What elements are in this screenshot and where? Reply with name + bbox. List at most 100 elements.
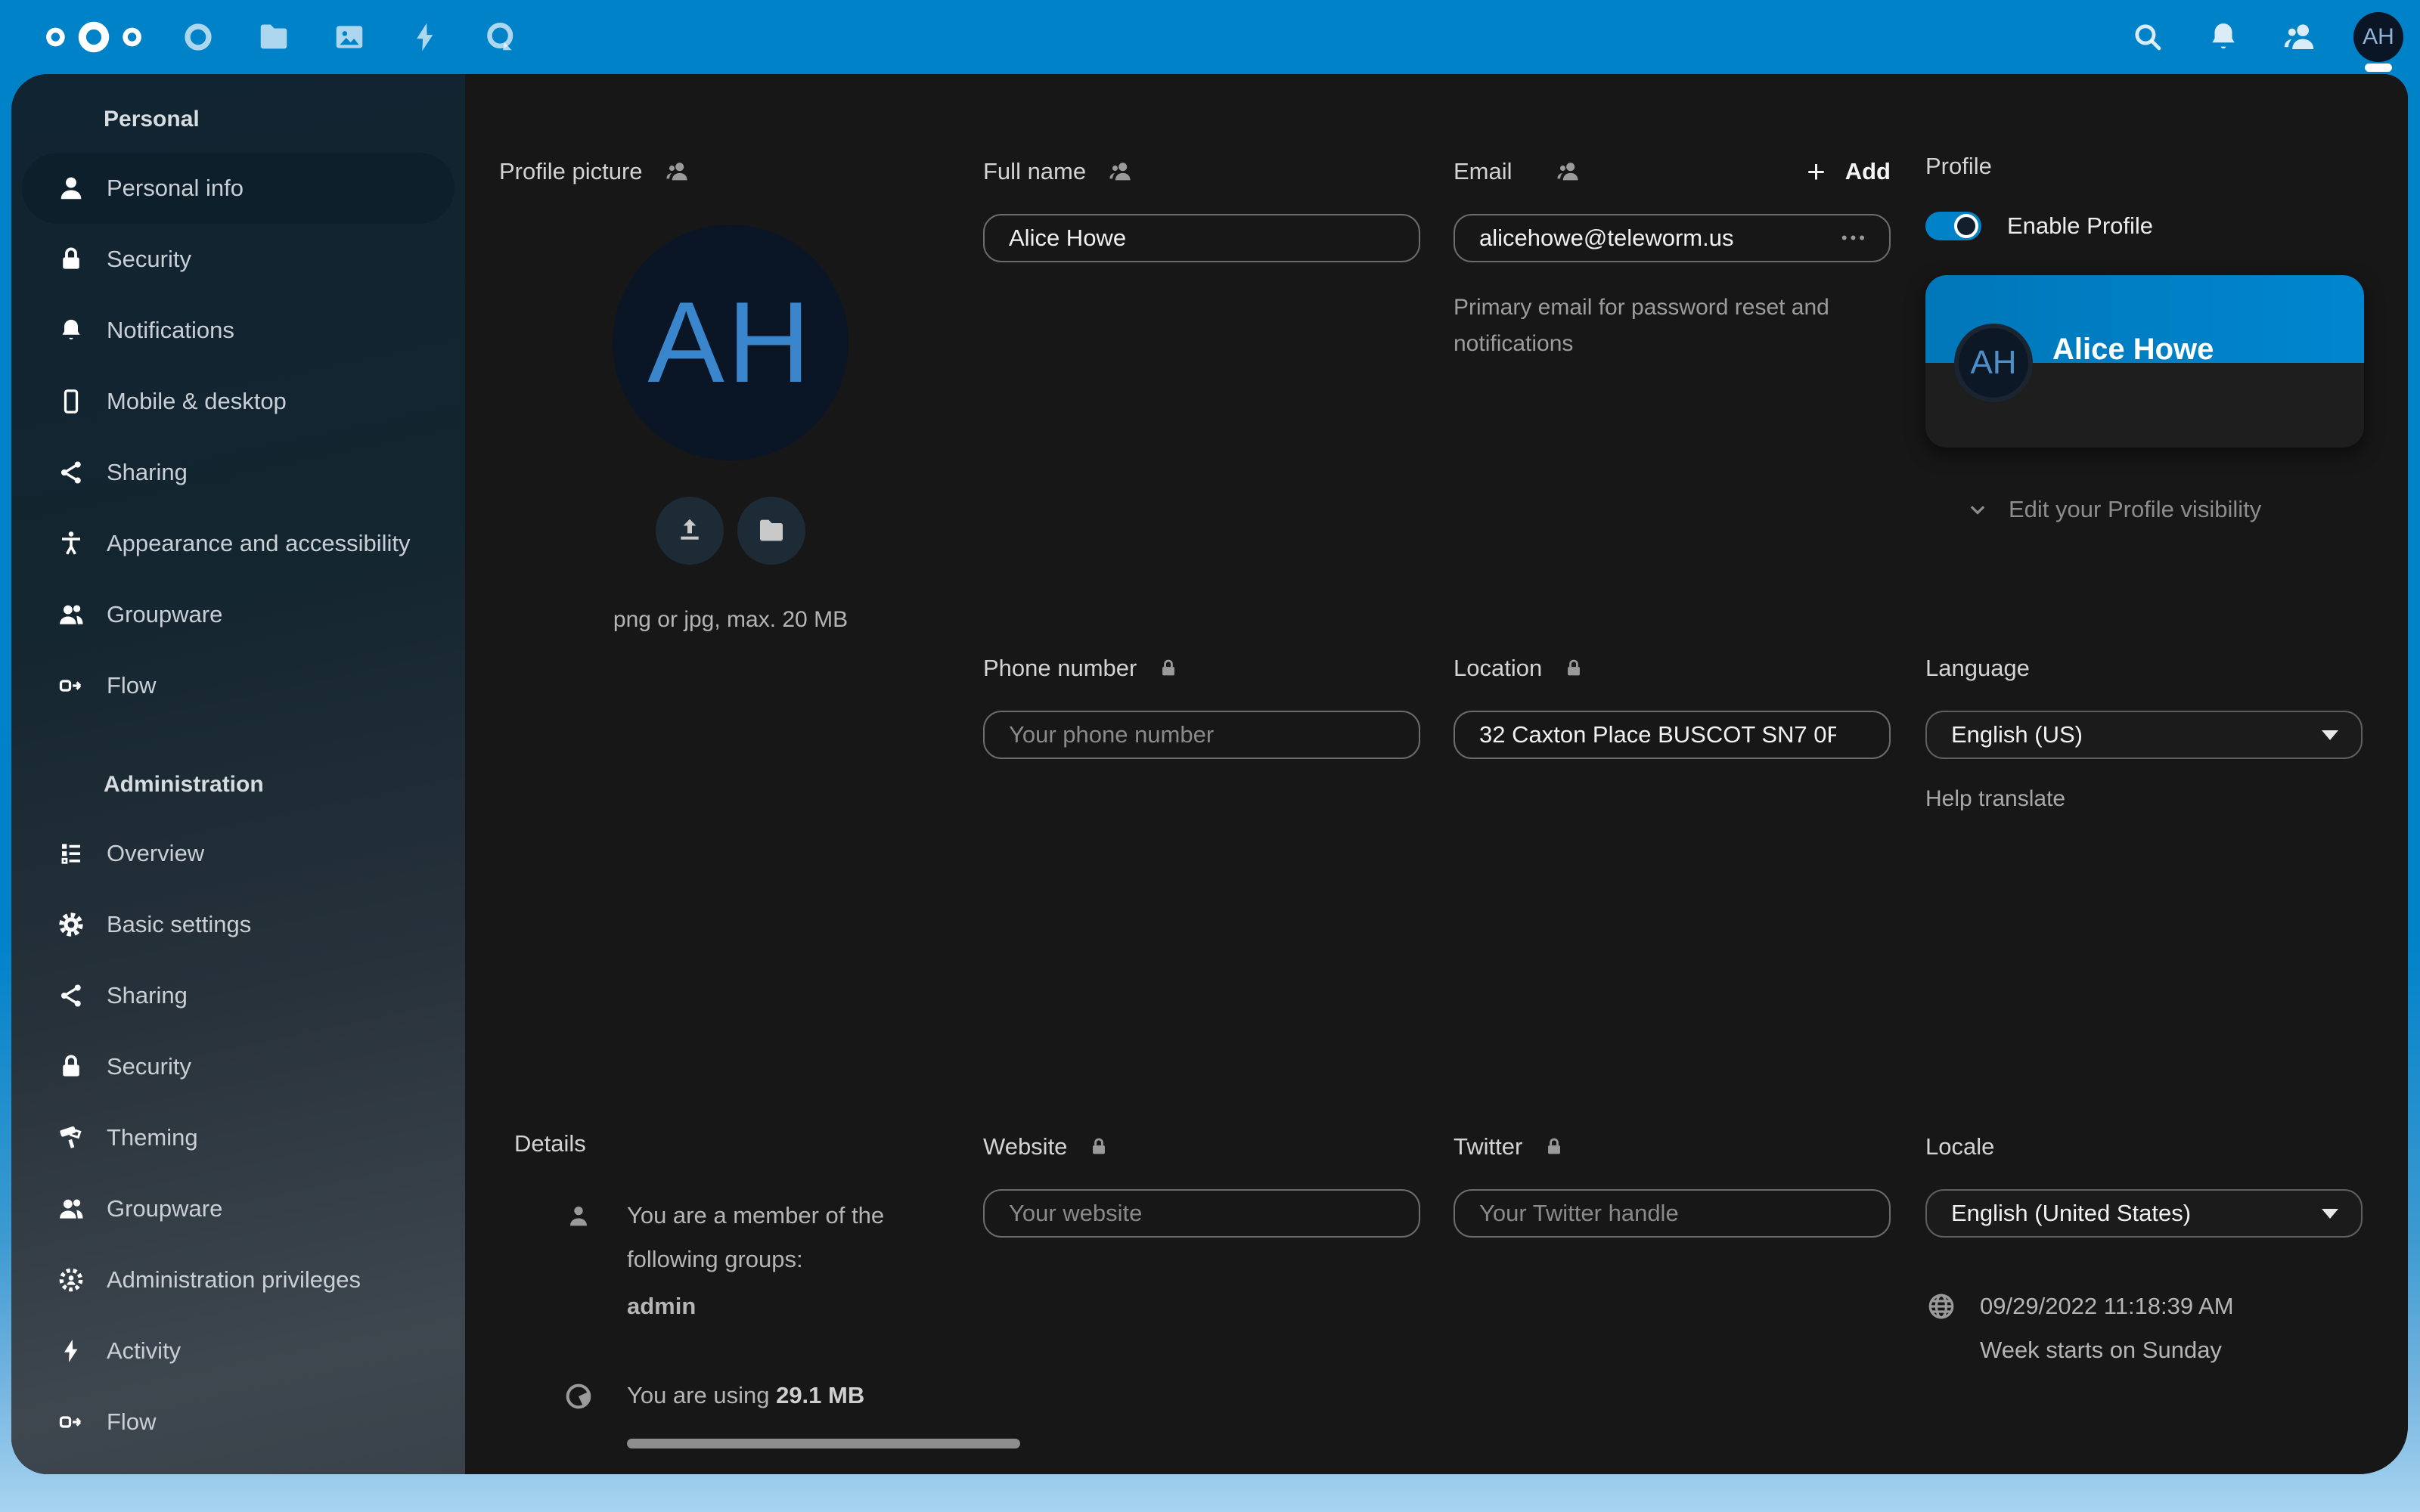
sidebar-item-personal-info[interactable]: Personal info xyxy=(22,153,455,224)
group-name: admin xyxy=(627,1284,914,1328)
photos-icon[interactable] xyxy=(312,0,387,74)
sidebar-item-admin-privileges[interactable]: Administration privileges xyxy=(22,1244,455,1315)
phone-input[interactable] xyxy=(983,711,1420,759)
enable-profile-label: Enable Profile xyxy=(2007,212,2153,240)
paint-roller-icon xyxy=(57,1123,85,1152)
scope-lock-icon[interactable] xyxy=(1088,1136,1109,1158)
files-icon[interactable] xyxy=(236,0,312,74)
enable-profile-toggle-row[interactable]: Enable Profile xyxy=(1925,212,2364,240)
sidebar-item-label: Flow xyxy=(107,1408,156,1436)
sidebar-item-label: Groupware xyxy=(107,1195,222,1222)
profile-preview-card[interactable]: AH Alice Howe xyxy=(1925,275,2364,448)
sidebar-item-flow-admin[interactable]: Flow xyxy=(22,1387,455,1458)
help-translate-link[interactable]: Help translate xyxy=(1925,786,2065,812)
sidebar-item-sharing-personal[interactable]: Sharing xyxy=(22,437,455,508)
contacts-icon[interactable] xyxy=(2261,0,2337,74)
sidebar-item-label: Notifications xyxy=(107,317,234,344)
upload-avatar-button[interactable] xyxy=(656,497,724,565)
talk-icon[interactable] xyxy=(463,0,538,74)
quota-pie-icon xyxy=(563,1374,597,1418)
share-icon xyxy=(57,981,85,1010)
sidebar-item-label: Theming xyxy=(107,1124,198,1151)
locale-section: Locale English (United States) 09/29/202… xyxy=(1925,1130,2364,1372)
toggle-on-icon[interactable] xyxy=(1925,212,1981,240)
quota-value: 29.1 MB xyxy=(776,1382,864,1408)
website-input[interactable] xyxy=(983,1189,1420,1238)
scope-people-icon[interactable] xyxy=(1107,159,1133,184)
sidebar-item-sharing-admin[interactable]: Sharing xyxy=(22,960,455,1031)
top-bar: AH xyxy=(0,0,2420,74)
twitter-input[interactable] xyxy=(1454,1189,1891,1238)
sidebar-item-label: Sharing xyxy=(107,459,188,486)
twitter-section: Twitter xyxy=(1454,1130,1891,1238)
sidebar-item-basic-settings[interactable]: Basic settings xyxy=(22,889,455,960)
locale-select[interactable]: English (United States) xyxy=(1925,1189,2363,1238)
flow-icon xyxy=(57,671,85,700)
email-label: Email xyxy=(1454,158,1512,185)
sidebar-item-talk[interactable]: Talk xyxy=(22,1458,455,1474)
email-helper-text: Primary email for password reset and not… xyxy=(1454,290,1862,362)
sidebar-item-groupware-personal[interactable]: Groupware xyxy=(22,579,455,650)
sidebar-item-activity[interactable]: Activity xyxy=(22,1315,455,1387)
profile-section: Profile Enable Profile AH Alice Howe Edi… xyxy=(1925,150,2364,523)
flow-icon xyxy=(57,1408,85,1436)
settings-sidebar: Personal Personal info Security Notifica… xyxy=(11,74,465,1474)
group-icon xyxy=(57,1194,85,1223)
scope-lock-icon[interactable] xyxy=(1563,657,1584,680)
sidebar-item-groupware-admin[interactable]: Groupware xyxy=(22,1173,455,1244)
scope-people-icon[interactable] xyxy=(664,159,690,184)
bell-icon xyxy=(57,316,85,345)
activity-icon[interactable] xyxy=(387,0,463,74)
nextcloud-logo[interactable] xyxy=(33,20,154,54)
sidebar-item-theming[interactable]: Theming xyxy=(22,1102,455,1173)
notifications-bell-icon[interactable] xyxy=(2186,0,2261,74)
edit-profile-visibility[interactable]: Edit your Profile visibility xyxy=(1966,496,2364,523)
details-heading: Details xyxy=(514,1130,962,1157)
email-options-icon[interactable]: ••• xyxy=(1841,228,1868,248)
phone-label: Phone number xyxy=(983,655,1137,682)
app-menu xyxy=(160,0,538,74)
details-section: Details You are a member of the followin… xyxy=(499,1130,962,1448)
sidebar-item-flow-personal[interactable]: Flow xyxy=(22,650,455,721)
full-name-input[interactable] xyxy=(983,214,1420,262)
add-email-button[interactable]: + Add xyxy=(1807,156,1891,187)
sidebar-item-mobile-desktop[interactable]: Mobile & desktop xyxy=(22,366,455,437)
share-icon xyxy=(57,458,85,487)
app-content: Personal Personal info Security Notifica… xyxy=(11,74,2408,1474)
website-label: Website xyxy=(983,1133,1067,1160)
sidebar-item-appearance[interactable]: Appearance and accessibility xyxy=(22,508,455,579)
phone-icon xyxy=(57,387,85,416)
sidebar-item-label: Activity xyxy=(107,1337,181,1365)
sidebar-item-label: Basic settings xyxy=(107,911,251,938)
sidebar-item-label: Sharing xyxy=(107,982,188,1009)
personal-info-main: Profile picture AH png or jpg, max. 20 M… xyxy=(465,74,2408,1474)
location-input[interactable] xyxy=(1454,711,1891,759)
sidebar-item-notifications[interactable]: Notifications xyxy=(22,295,455,366)
sidebar-item-label: Appearance and accessibility xyxy=(107,530,411,557)
chevron-down-icon xyxy=(1966,498,1989,521)
sidebar-item-security[interactable]: Security xyxy=(22,224,455,295)
sidebar-item-label: Overview xyxy=(107,840,204,867)
user-avatar[interactable]: AH xyxy=(2353,12,2403,62)
scope-lock-icon[interactable] xyxy=(1544,1136,1565,1158)
scope-lock-icon[interactable] xyxy=(1158,657,1179,680)
profile-avatar: AH xyxy=(613,225,849,460)
sidebar-item-security-admin[interactable]: Security xyxy=(22,1031,455,1102)
avatar-upload-hint: png or jpg, max. 20 MB xyxy=(613,607,848,633)
globe-icon xyxy=(1925,1284,1957,1372)
sidebar-heading-personal: Personal xyxy=(104,104,465,135)
dashboard-icon[interactable] xyxy=(160,0,236,74)
gear-icon xyxy=(57,910,85,939)
search-icon[interactable] xyxy=(2110,0,2186,74)
sidebar-item-overview[interactable]: Overview xyxy=(22,818,455,889)
scope-people-icon[interactable] xyxy=(1555,159,1581,184)
sidebar-heading-administration: Administration xyxy=(104,770,465,800)
phone-section: Phone number xyxy=(983,652,1420,759)
sidebar-item-label: Personal info xyxy=(107,175,244,202)
language-label: Language xyxy=(1925,655,2030,682)
choose-from-files-button[interactable] xyxy=(737,497,805,565)
sidebar-item-label: Security xyxy=(107,246,191,273)
locale-label: Locale xyxy=(1925,1133,1994,1160)
email-input[interactable] xyxy=(1454,214,1891,262)
language-select[interactable]: English (US) xyxy=(1925,711,2363,759)
